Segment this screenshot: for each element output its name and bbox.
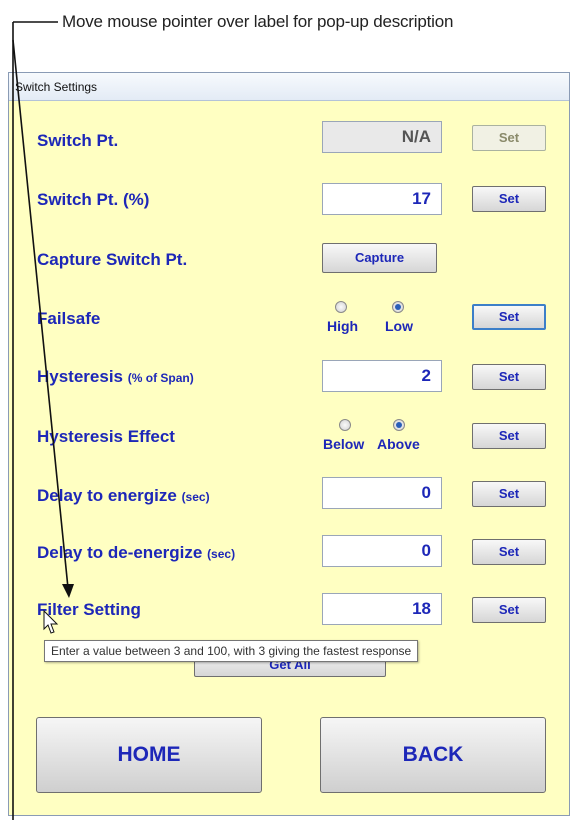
callout-leader-line [12, 21, 69, 820]
callout-arrow-overlay [12, 21, 74, 820]
mouse-pointer-icon [43, 609, 59, 634]
callout-arrowhead [62, 584, 74, 598]
